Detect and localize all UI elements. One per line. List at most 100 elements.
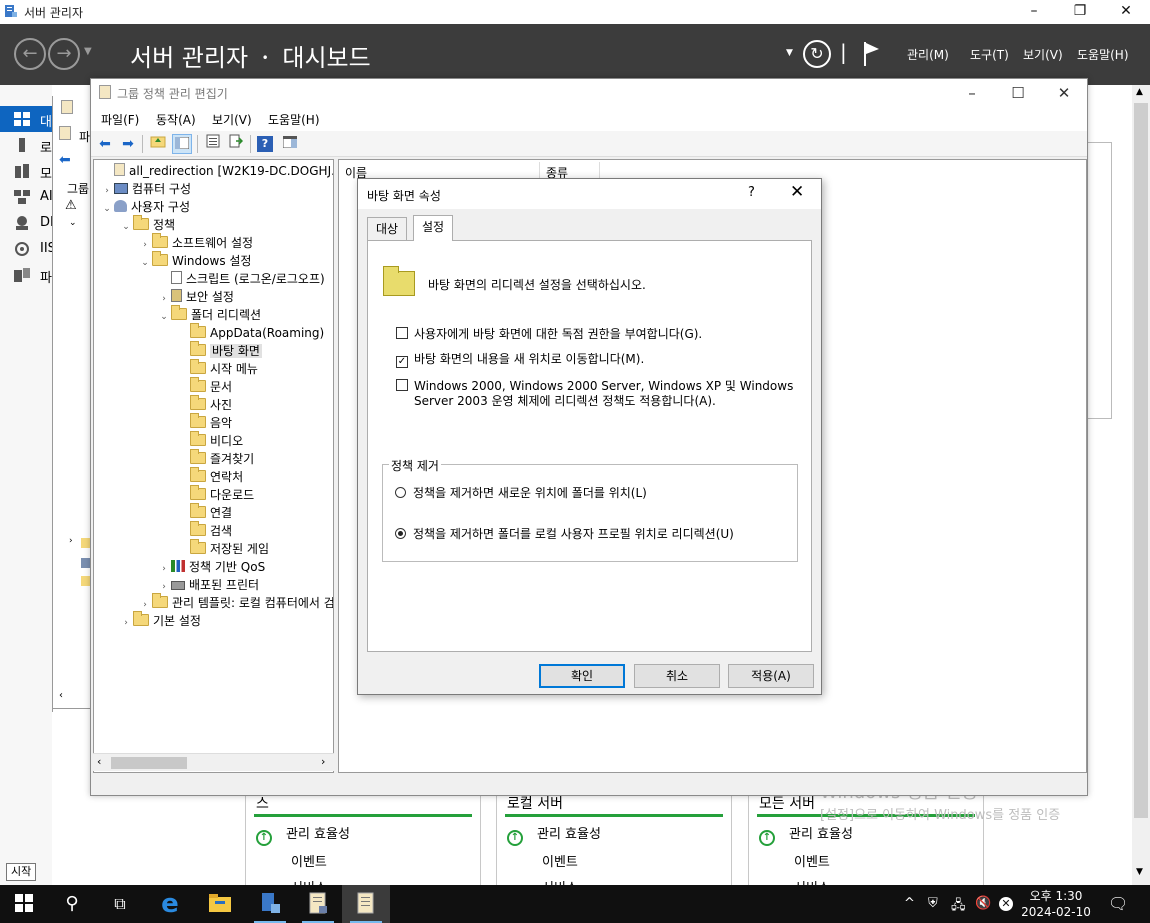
gpme-maximize-button[interactable]: ☐ (995, 79, 1041, 107)
checkbox-box[interactable] (396, 379, 408, 391)
up-folder-icon[interactable] (148, 134, 168, 154)
radio-leave-folder[interactable]: 정책을 제거하면 새로운 위치에 폴더를 위치(L) (395, 484, 647, 501)
tree-item[interactable]: 문서 (176, 377, 232, 396)
radio-redirect-to-local[interactable]: 정책을 제거하면 폴더를 로컬 사용자 프로필 위치로 리디렉션(U) (395, 525, 734, 542)
tree-item[interactable]: › 컴퓨터 구성 (100, 180, 191, 198)
gpm-back-arrow-icon[interactable]: ⬅ (59, 152, 71, 168)
menu-help[interactable]: 도움말(H) (268, 111, 320, 128)
tree-item[interactable]: 바탕 화면 (176, 341, 262, 360)
sidebar-item-ad[interactable]: AI (0, 184, 53, 210)
radio-button[interactable] (395, 528, 406, 539)
gpme-taskbar-icon[interactable] (342, 885, 390, 923)
checkbox-box[interactable]: ✓ (396, 356, 408, 368)
refresh-icon[interactable]: ↻ (803, 40, 831, 68)
task-view-icon[interactable]: ⧉ (96, 885, 144, 923)
menu-action[interactable]: 동작(A) (156, 111, 196, 128)
tree-item[interactable]: 음악 (176, 413, 232, 432)
tree-item[interactable]: 스크립트 (로그온/로그오프) (157, 270, 325, 288)
tree-item[interactable]: 연락처 (176, 467, 243, 486)
scroll-down-icon[interactable]: ▼ (1136, 867, 1143, 877)
history-dropdown-icon[interactable]: ▼ (84, 46, 92, 57)
tab-target[interactable]: 대상 (367, 217, 408, 240)
help-icon[interactable]: ? (257, 136, 273, 152)
server-manager-scrollbar[interactable]: ▲ ▼ (1132, 85, 1150, 885)
tree-item[interactable]: › 기본 설정 (119, 611, 201, 632)
tree-item[interactable]: ⌄ Windows 설정 (138, 251, 251, 272)
menu-manage[interactable]: 관리(M) (907, 46, 949, 63)
tree-item[interactable]: 비디오 (176, 431, 243, 450)
minimize-button[interactable]: – (1011, 0, 1057, 24)
ok-button[interactable]: 확인 (539, 664, 625, 688)
gpm-expand-icon[interactable]: › (69, 536, 73, 546)
status-x-tray-icon[interactable]: ✕ (999, 897, 1013, 911)
tile-row-events[interactable]: 이벤트 (542, 851, 578, 870)
export-list-icon[interactable] (226, 134, 246, 154)
apply-legacy-os-checkbox[interactable]: Windows 2000, Windows 2000 Server, Windo… (396, 379, 793, 394)
back-arrow-icon[interactable]: ⬅ (95, 134, 115, 154)
sidebar-item-dashboard[interactable]: 대 (0, 106, 52, 132)
close-button[interactable]: ✕ (1103, 0, 1149, 24)
gpm-taskbar-icon[interactable] (294, 885, 342, 923)
gpm-tree-root[interactable]: 그룹 (67, 180, 89, 197)
collapse-chevron-icon[interactable]: ⌄ (119, 218, 133, 236)
gpm-scroll-left-icon[interactable]: ‹ (59, 690, 63, 701)
show-hide-tree-icon[interactable] (172, 134, 192, 154)
sidebar-item-file-services[interactable]: 파 (0, 262, 52, 288)
tree-item[interactable]: › 정책 기반 QoS (157, 558, 265, 576)
sidebar-item-local-server[interactable]: 로 (0, 132, 52, 158)
gpm-menu-file[interactable]: 파 (79, 128, 90, 145)
maximize-button[interactable]: ❐ (1057, 0, 1103, 24)
gpme-minimize-button[interactable]: – (949, 79, 995, 107)
collapse-chevron-icon[interactable]: ⌄ (100, 200, 114, 218)
server-manager-taskbar-icon[interactable] (246, 885, 294, 923)
tree-item[interactable]: › 배포된 프린터 (157, 576, 259, 594)
taskbar-clock[interactable]: 오후 1:30 2024-02-10 (1020, 888, 1092, 920)
scrollbar-thumb[interactable] (111, 757, 187, 769)
tree-item[interactable]: › 소프트웨어 설정 (138, 233, 253, 252)
internet-explorer-icon[interactable]: e (146, 885, 194, 923)
sidebar-item-all-servers[interactable]: 모 (0, 158, 52, 184)
tree-item[interactable]: all_redirection [W2K19-DC.DOGHJ.LOCAL] (100, 162, 333, 180)
cancel-button[interactable]: 취소 (634, 664, 720, 688)
exclusive-rights-checkbox[interactable]: 사용자에게 바탕 화면에 대한 독점 권한을 부여합니다(G). (396, 327, 702, 342)
sidebar-item-dns[interactable]: DI (0, 210, 54, 236)
scroll-up-icon[interactable]: ▲ (1136, 87, 1143, 97)
tree-item[interactable]: ⌄ 정책 (119, 215, 175, 236)
collapse-chevron-icon[interactable]: ⌄ (157, 308, 171, 326)
tree-horizontal-scrollbar[interactable]: ‹ › (93, 753, 334, 771)
tab-settings[interactable]: 설정 (413, 215, 454, 241)
back-button[interactable]: ← (14, 38, 46, 70)
radio-button[interactable] (395, 487, 406, 498)
scroll-left-icon[interactable]: ‹ (97, 755, 101, 768)
tile-row-manageability[interactable]: ↑ 관리 효율성 (507, 823, 601, 846)
tile-row-manageability[interactable]: ↑ 관리 효율성 (759, 823, 853, 846)
refresh-dropdown-icon[interactable]: ▼ (786, 48, 793, 58)
menu-file[interactable]: 파일(F) (101, 111, 139, 128)
tree-item[interactable]: 다운로드 (176, 485, 254, 504)
tree-item[interactable]: 사진 (176, 395, 232, 414)
menu-help[interactable]: 도움말(H) (1077, 46, 1129, 63)
sidebar-item-iis[interactable]: IIS (0, 236, 56, 262)
action-pane-icon[interactable] (280, 134, 300, 154)
dialog-close-button[interactable]: ✕ (790, 182, 804, 202)
start-button[interactable] (0, 885, 48, 923)
gpm-expand-icon[interactable]: ⌄ (69, 218, 77, 228)
gpme-close-button[interactable]: ✕ (1041, 79, 1087, 107)
apply-button[interactable]: 적용(A) (728, 664, 814, 688)
tree-item[interactable]: 즐겨찾기 (176, 449, 254, 468)
tree-item[interactable]: 저장된 게임 (176, 539, 269, 558)
tile-row-manageability[interactable]: ↑ 관리 효율성 (256, 823, 350, 846)
file-explorer-icon[interactable] (196, 885, 244, 923)
notifications-flag-icon[interactable] (862, 41, 882, 67)
forward-arrow-icon[interactable]: ➡ (118, 134, 138, 154)
tree-item[interactable]: › 보안 설정 (157, 288, 234, 306)
security-alert-tray-icon[interactable]: ⛨ (928, 896, 938, 911)
tile-row-events[interactable]: 이벤트 (794, 851, 830, 870)
tree-item[interactable]: AppData(Roaming) (176, 323, 324, 342)
scrollbar-thumb[interactable] (1134, 103, 1148, 818)
menu-view[interactable]: 보기(V) (1023, 46, 1063, 63)
collapse-chevron-icon[interactable]: ⌄ (138, 254, 152, 272)
expand-chevron-icon[interactable]: › (119, 614, 133, 632)
volume-muted-tray-icon[interactable]: 🔇 (975, 896, 991, 911)
checkbox-box[interactable] (396, 327, 408, 339)
